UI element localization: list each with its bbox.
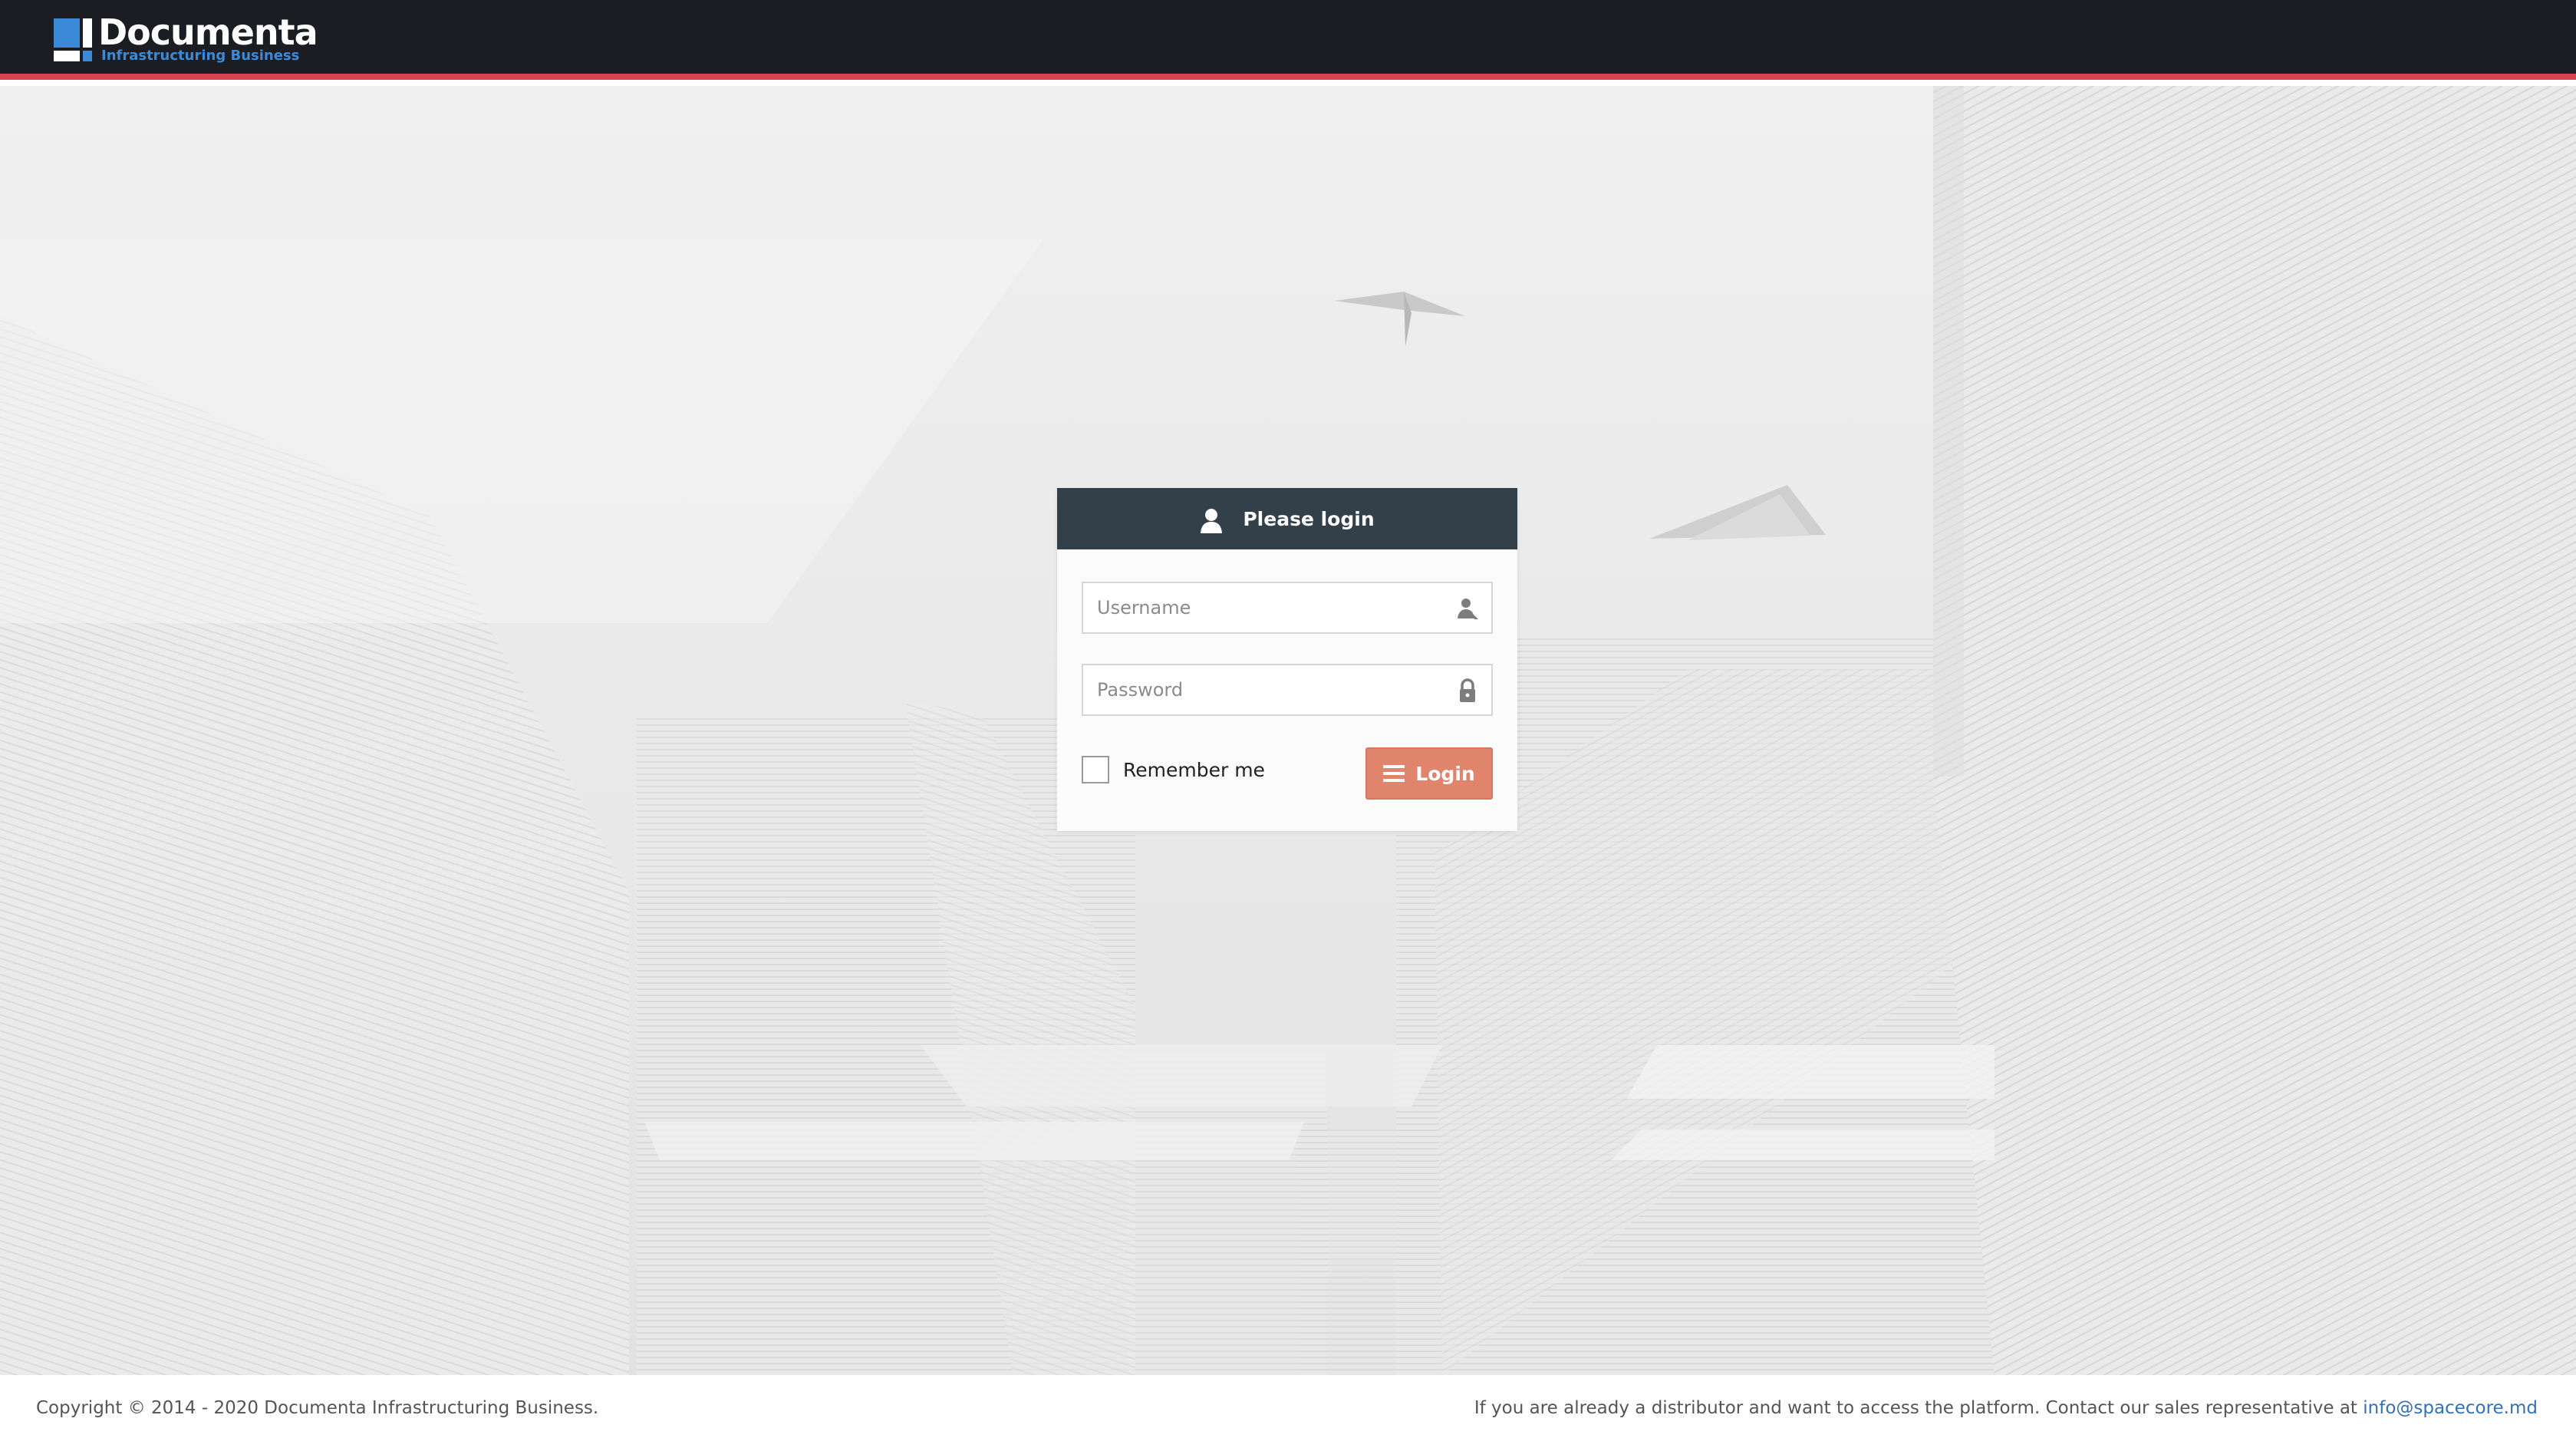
top-navbar: Documenta Infrastructuring Business: [0, 0, 2576, 80]
remember-me-checkbox[interactable]: [1082, 756, 1109, 783]
logo-mark-icon: [54, 18, 97, 61]
login-panel: Please login Remember me Login: [1057, 488, 1517, 831]
login-title: Please login: [1243, 507, 1375, 530]
username-field-wrapper: [1082, 582, 1493, 634]
menu-icon: [1383, 765, 1405, 782]
footer: Copyright © 2014 - 2020 Documenta Infras…: [0, 1375, 2576, 1438]
remember-me[interactable]: Remember me: [1082, 756, 1265, 783]
lock-icon: [1460, 678, 1475, 702]
login-panel-header: Please login: [1057, 488, 1517, 549]
logo-name: Documenta: [98, 12, 318, 53]
logo-tagline: Infrastructuring Business: [101, 48, 300, 64]
login-button[interactable]: Login: [1365, 747, 1493, 800]
documenta-logo[interactable]: Documenta Infrastructuring Business: [54, 12, 318, 64]
contact-message: If you are already a distributor and wan…: [1474, 1398, 2364, 1418]
contact-text: If you are already a distributor and wan…: [1474, 1398, 2538, 1418]
user-field-icon: [1458, 599, 1478, 619]
remember-me-label: Remember me: [1123, 758, 1265, 781]
password-input[interactable]: [1083, 665, 1444, 714]
copyright-text: Copyright © 2014 - 2020 Documenta Infras…: [36, 1398, 599, 1418]
login-button-label: Login: [1415, 762, 1475, 785]
user-icon: [1201, 509, 1223, 533]
contact-email-link[interactable]: info@spacecore.md: [2363, 1398, 2538, 1418]
password-field-wrapper: [1082, 664, 1493, 716]
username-input[interactable]: [1083, 583, 1444, 632]
